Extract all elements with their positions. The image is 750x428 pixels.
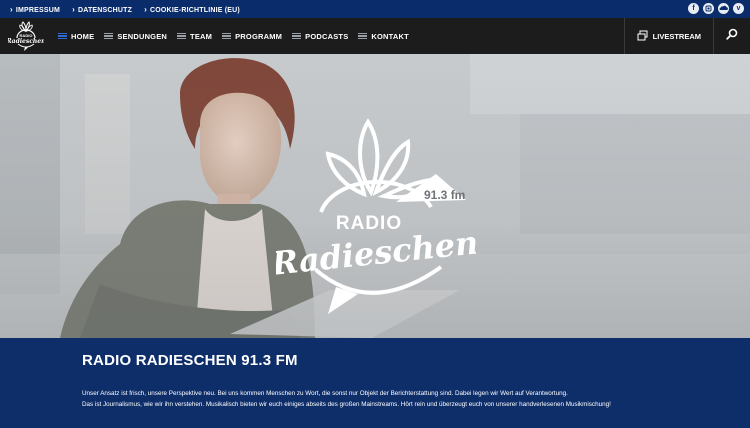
nav-item-programm[interactable]: PROGRAMM (222, 32, 282, 41)
logo-radieschen-text: Radieschen (8, 38, 44, 45)
menu-lines-icon (292, 32, 302, 40)
primary-menu: HOME SENDUNGEN TEAM PROGRAMM PODCASTS KO… (58, 18, 409, 54)
top-utility-bar: IMPRESSUM DATENSCHUTZ COOKIE-RICHTLINIE … (0, 0, 750, 18)
menu-lines-icon (104, 32, 114, 40)
nav-item-label: SENDUNGEN (117, 31, 168, 41)
logo-radio-word: RADIO (336, 213, 402, 234)
frequency-badge: 91.3 fm (424, 188, 465, 202)
nav-item-label: PODCASTS (305, 31, 349, 41)
nav-item-label: PROGRAMM (235, 31, 283, 41)
nav-item-podcasts[interactable]: PODCASTS (292, 32, 348, 41)
facebook-icon[interactable]: f (688, 3, 699, 14)
search-button[interactable] (713, 18, 750, 54)
radio-radieschen-logo: 91.3 fm RADIO Radieschen (276, 118, 476, 314)
nav-item-team[interactable]: TEAM (177, 32, 212, 41)
social-links: f v (688, 3, 744, 14)
nav-item-kontakt[interactable]: KONTAKT (358, 32, 409, 41)
nav-item-label: TEAM (190, 31, 213, 41)
utility-links: IMPRESSUM DATENSCHUTZ COOKIE-RICHTLINIE … (10, 5, 240, 14)
nav-item-home[interactable]: HOME (58, 32, 94, 41)
window-stack-icon (637, 30, 648, 43)
nav-item-sendungen[interactable]: SENDUNGEN (104, 32, 167, 41)
impressum-link[interactable]: IMPRESSUM (10, 5, 60, 14)
hero-banner: 91.3 fm RADIO Radieschen (0, 54, 750, 338)
nav-item-label: KONTAKT (371, 31, 409, 41)
cookie-richtlinie-link[interactable]: COOKIE-RICHTLINIE (EU) (144, 5, 240, 14)
nav-item-label: HOME (71, 31, 95, 41)
livestream-label: LIVESTREAM (652, 31, 701, 41)
nav-actions: LIVESTREAM (623, 18, 750, 54)
main-navigation: RADIO Radieschen HOME SENDUNGEN TEAM PRO… (0, 18, 750, 54)
intro-title: RADIO RADIESCHEN 91.3 FM (82, 352, 298, 369)
site-logo[interactable]: RADIO Radieschen (6, 20, 45, 52)
menu-lines-icon (222, 32, 232, 40)
intro-paragraph-2: Das ist Journalismus, wie wir ihn verste… (82, 401, 611, 408)
menu-lines-icon (358, 32, 368, 40)
vimeo-icon[interactable]: v (733, 3, 744, 14)
intro-section: RADIO RADIESCHEN 91.3 FM Unser Ansatz is… (0, 338, 750, 428)
search-icon (726, 27, 738, 45)
menu-lines-icon (177, 32, 187, 40)
datenschutz-link[interactable]: DATENSCHUTZ (72, 5, 132, 14)
menu-lines-icon (58, 32, 67, 40)
intro-paragraph-1: Unser Ansatz ist frisch, unsere Perspekt… (82, 390, 568, 397)
instagram-icon[interactable] (703, 3, 714, 14)
soundcloud-icon[interactable] (718, 3, 729, 14)
livestream-button[interactable]: LIVESTREAM (623, 18, 713, 54)
